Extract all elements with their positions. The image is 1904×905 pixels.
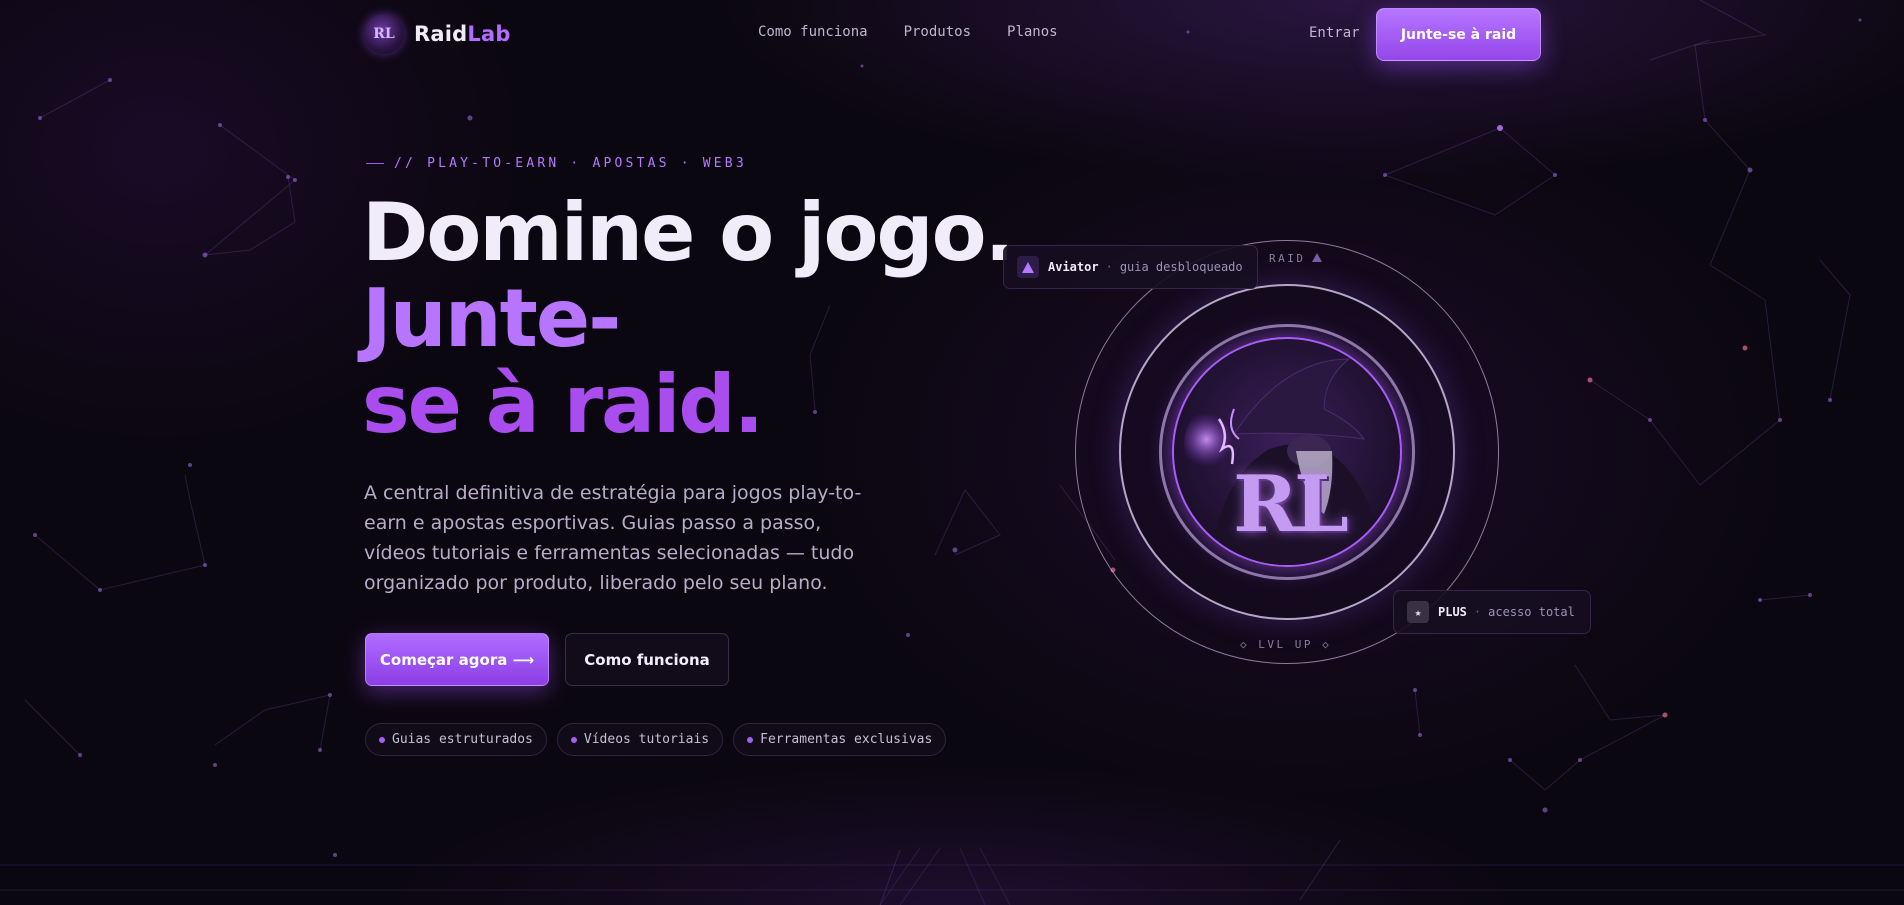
- landing-page: RL RaidLab Como funciona Produtos Planos…: [0, 0, 1904, 905]
- triangle-icon: [1312, 253, 1322, 262]
- bullet-dot-icon: [379, 736, 385, 743]
- badge-text: guia desbloqueado: [1119, 260, 1243, 274]
- badge-separator: ·: [1105, 260, 1113, 274]
- triangle-icon: [1017, 256, 1039, 278]
- join-raid-button[interactable]: Junte-se à raid: [1376, 8, 1541, 61]
- brand-logo-icon: RL: [364, 14, 404, 54]
- bullet-dot-icon: [747, 736, 754, 743]
- emblem-center-mark: RL: [1233, 459, 1349, 550]
- start-now-button[interactable]: Começar agora ⟶: [365, 633, 549, 686]
- nav-link-planos[interactable]: Planos: [1007, 24, 1058, 40]
- nav-links: Como funciona Produtos Planos: [758, 24, 1058, 40]
- eyebrow-text: // PLAY-TO-EARN · APOSTAS · WEB3: [394, 156, 747, 171]
- feature-chip: Vídeos tutoriais: [556, 723, 724, 756]
- badge-separator: ·: [1473, 605, 1482, 619]
- hero-title: Domine o jogo. Junte- se à raid.: [362, 186, 1015, 451]
- emblem-bottom-label: ◇ LVL UP ◇: [1240, 638, 1332, 651]
- eyebrow-line: [366, 163, 384, 164]
- badge-text: acesso total: [1488, 605, 1575, 619]
- wizard-portrait: RL: [1172, 337, 1402, 567]
- hero-eyebrow: // PLAY-TO-EARN · APOSTAS · WEB3: [366, 156, 747, 171]
- bullet-dot-icon: [570, 736, 577, 743]
- hero-title-line-2: Junte-: [362, 272, 621, 365]
- emblem-top-label: RAID: [1269, 252, 1306, 265]
- brand-name-accent: Lab: [467, 22, 511, 46]
- login-link[interactable]: Entrar: [1309, 25, 1360, 41]
- feature-chip: Ferramentas exclusivas: [733, 723, 947, 756]
- nav-link-como-funciona[interactable]: Como funciona: [758, 24, 868, 40]
- plus-access-badge: ★ PLUS · acesso total: [1393, 590, 1591, 634]
- feature-chips: Guias estruturados Vídeos tutoriais Ferr…: [365, 723, 947, 756]
- hero-description: A central definitiva de estratégia para …: [364, 482, 862, 594]
- badge-title: Aviator: [1048, 260, 1099, 274]
- chip-label: Guias estruturados: [392, 732, 533, 747]
- top-nav: RL RaidLab Como funciona Produtos Planos…: [0, 0, 1904, 70]
- aviator-unlocked-badge: Aviator · guia desbloqueado: [1003, 245, 1258, 289]
- star-icon: ★: [1407, 601, 1429, 623]
- brand-home-link[interactable]: RL RaidLab: [364, 13, 511, 55]
- brand-name-main: Raid: [414, 22, 468, 46]
- brand-name: RaidLab: [414, 22, 511, 46]
- hero-title-line-1: Domine o jogo.: [362, 186, 1015, 279]
- feature-chip: Guias estruturados: [365, 723, 547, 756]
- hero-title-line-3: se à raid.: [362, 358, 764, 451]
- chip-label: Ferramentas exclusivas: [760, 732, 933, 747]
- badge-title: PLUS: [1438, 605, 1467, 619]
- how-it-works-button[interactable]: Como funciona: [565, 633, 729, 686]
- chip-label: Vídeos tutoriais: [583, 732, 710, 747]
- constellation-background: [0, 0, 1904, 905]
- nav-link-produtos[interactable]: Produtos: [904, 24, 971, 40]
